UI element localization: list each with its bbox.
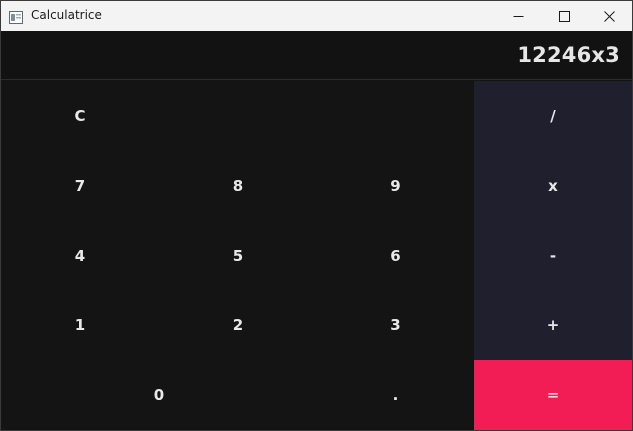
digit-6-button[interactable]: 6 — [317, 221, 474, 290]
minus-button[interactable]: - — [474, 221, 632, 290]
close-icon — [603, 10, 615, 22]
digit-9-button[interactable]: 9 — [317, 151, 474, 221]
divide-button[interactable]: / — [474, 81, 632, 151]
minimize-icon — [513, 15, 523, 17]
minimize-button[interactable] — [495, 1, 541, 31]
display-expression: 12246x3 — [517, 43, 620, 67]
digit-7-button[interactable]: 7 — [1, 151, 159, 221]
digit-0-button[interactable]: 0 — [1, 360, 317, 430]
digit-4-button[interactable]: 4 — [1, 221, 159, 290]
result-display: 12246x3 — [1, 31, 632, 80]
decimal-point-button[interactable]: . — [317, 360, 474, 430]
maximize-button[interactable] — [541, 1, 587, 31]
digit-1-button[interactable]: 1 — [1, 290, 159, 360]
digit-3-button[interactable]: 3 — [317, 290, 474, 360]
title-bar[interactable]: Calculatrice — [1, 1, 632, 31]
close-button[interactable] — [586, 1, 632, 31]
digit-8-button[interactable]: 8 — [159, 151, 317, 221]
app-icon — [9, 9, 23, 24]
maximize-icon — [558, 10, 570, 22]
digit-2-button[interactable]: 2 — [159, 290, 317, 360]
clear-button[interactable]: C — [1, 81, 159, 151]
keypad: C / 7 8 9 x 4 5 6 - 1 2 3 + 0 . = — [1, 81, 632, 430]
calculator-window: Calculatrice 12246x3 C / 7 8 9 x 4 5 6 -… — [0, 0, 633, 431]
window-title: Calculatrice — [31, 8, 102, 22]
equals-button[interactable]: = — [474, 360, 632, 430]
digit-5-button[interactable]: 5 — [159, 221, 317, 290]
multiply-button[interactable]: x — [474, 151, 632, 221]
plus-button[interactable]: + — [474, 290, 632, 360]
